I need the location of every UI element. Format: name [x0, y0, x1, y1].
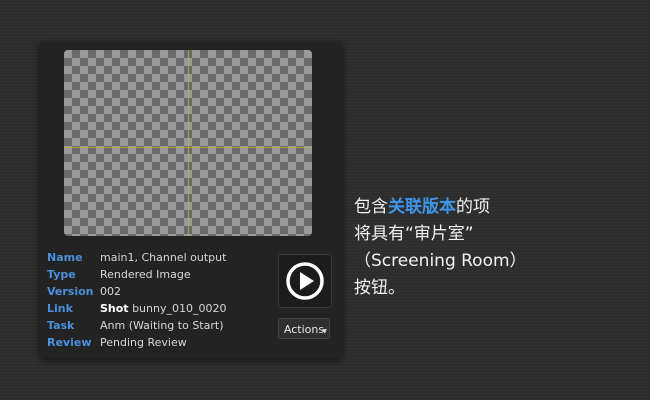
field-version: Version 002	[47, 283, 226, 300]
callout-line-1: 包含关联版本的项	[354, 194, 527, 221]
version-details: Name main1, Channel output Type Rendered…	[47, 249, 226, 351]
field-task: Task Anm (Waiting to Start)	[47, 317, 226, 334]
field-label: Type	[47, 268, 76, 281]
callout-line-4: 按钮。	[354, 278, 405, 298]
field-value: Rendered Image	[100, 268, 191, 281]
field-review: Review Pending Review	[47, 334, 226, 351]
field-label: Version	[47, 285, 94, 298]
field-name: Name main1, Channel output	[47, 249, 226, 266]
version-thumbnail[interactable]	[64, 50, 312, 236]
field-type: Type Rendered Image	[47, 266, 226, 283]
callout-highlight: 关联版本	[388, 197, 456, 217]
link-entity-type: Shot	[100, 302, 129, 315]
field-value: Anm (Waiting to Start)	[100, 319, 224, 332]
screening-room-play-button[interactable]	[278, 254, 332, 308]
version-card: Name main1, Channel output Type Rendered…	[40, 42, 342, 358]
field-link: Link Shot bunny_010_0020	[47, 300, 226, 317]
field-label: Link	[47, 302, 73, 315]
vertical-guide	[188, 50, 189, 236]
callout-line-2: 将具有“审片室”	[354, 224, 474, 244]
field-value: Pending Review	[100, 336, 187, 349]
chevron-down-icon: ▼	[322, 328, 327, 335]
callout-text-part: 的项	[456, 197, 490, 217]
play-icon	[286, 262, 324, 300]
actions-dropdown-button[interactable]: Actions ▼	[278, 318, 330, 339]
link-entity-name: bunny_010_0020	[128, 302, 227, 315]
field-label: Review	[47, 336, 92, 349]
field-value: main1, Channel output	[100, 251, 227, 264]
callout-text-part: 包含	[354, 197, 388, 217]
field-value: 002	[100, 285, 121, 298]
callout-line-3: （Screening Room）	[354, 251, 527, 271]
actions-label: Actions	[283, 323, 325, 336]
link-value[interactable]: Shot bunny_010_0020	[100, 300, 226, 317]
field-label: Task	[47, 319, 75, 332]
callout-text: 包含关联版本的项 将具有“审片室” （Screening Room） 按钮。	[354, 194, 527, 302]
field-label: Name	[47, 251, 83, 264]
